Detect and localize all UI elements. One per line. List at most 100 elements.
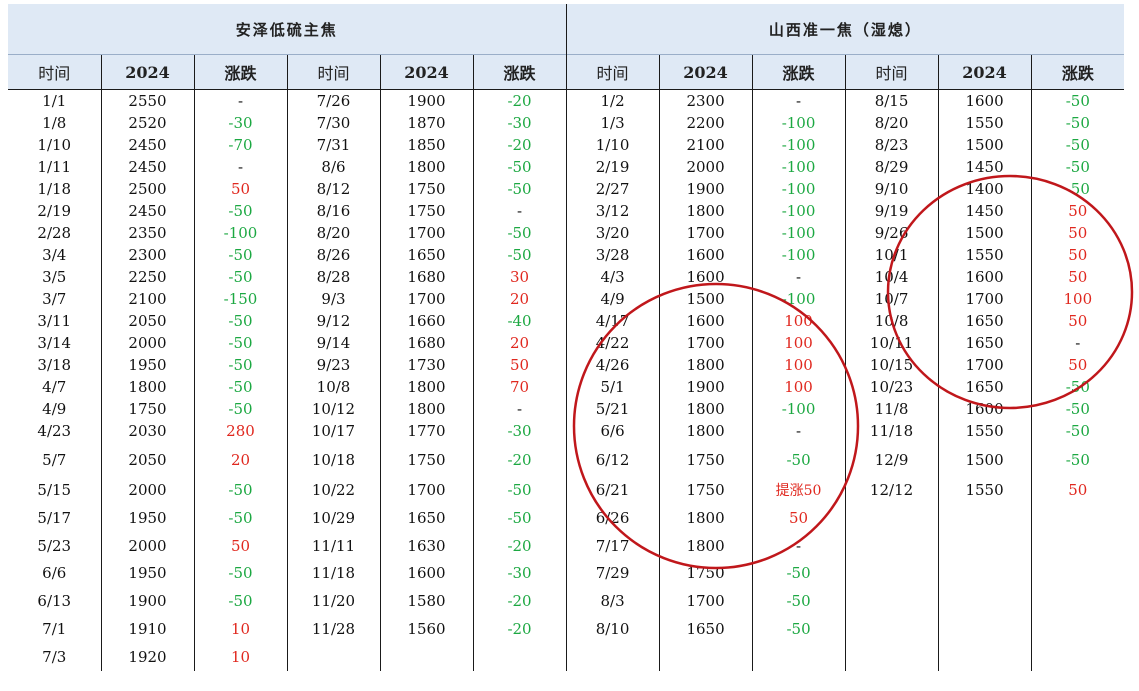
table-cell: -100 bbox=[751, 155, 846, 178]
table-row: 1/8 2520 -30 7/30 1870 -30 1/3 2200 -100 8/20 1550… bbox=[8, 111, 1125, 134]
table-cell: 5/17 bbox=[37, 508, 72, 527]
table-row: 6/13 1900 -50 11/20 1580 -20 8/3 1700 -50 bbox=[8, 586, 1125, 615]
table-cell: 5/15 bbox=[37, 481, 72, 499]
table-cell: 2200 bbox=[658, 111, 753, 134]
table-row: 4/23 2030 280 10/17 1770 -30 6/6 1800-11/18 1550… bbox=[8, 419, 1125, 442]
table-cell: -100 bbox=[193, 221, 287, 244]
table-cell: -100 bbox=[751, 243, 846, 266]
table-cell bbox=[844, 532, 939, 560]
table-cell: 1730 bbox=[379, 353, 473, 376]
table-cell: 1450 bbox=[937, 199, 1032, 222]
table-cell: 9/10 bbox=[844, 177, 939, 200]
table-cell: -50 bbox=[1030, 133, 1125, 156]
table-cell: 10/29 bbox=[286, 502, 380, 533]
table-cell: 8/28 bbox=[286, 265, 380, 288]
table-cell: 9/19 bbox=[844, 199, 939, 222]
table-cell: -50 bbox=[193, 502, 287, 533]
table-cell: 6/13 bbox=[37, 591, 72, 610]
table-cell: -50 bbox=[472, 477, 567, 503]
table-cell: -50 bbox=[1030, 89, 1125, 112]
table-cell: -30 bbox=[193, 111, 287, 134]
table-cell: 6/12 bbox=[565, 441, 660, 478]
table-row: 3/7 2100 -150 9/3 1700 20 4/9 1500 -100 10/7 1700 1… bbox=[8, 287, 1125, 310]
table-cell: 50 bbox=[193, 177, 287, 200]
table-cell: -20 bbox=[472, 133, 567, 156]
column-header: 涨跌 bbox=[472, 54, 567, 90]
table-row: 5/17 1950 -50 10/29 1650 -50 6/26 1800 50 bbox=[8, 502, 1125, 533]
table-cell: 1870 bbox=[379, 111, 473, 134]
table-cell: 5/23 bbox=[37, 537, 72, 555]
column-header: 涨跌 bbox=[1030, 54, 1125, 90]
table-row: 4/9 1750 -50 10/12 1800-5/21 1800 -100 11/8 1600… bbox=[8, 397, 1125, 420]
table-cell: 9/3 bbox=[286, 287, 380, 310]
table-cell: 3/28 bbox=[565, 243, 660, 266]
table-row: 1/10 2450 -70 7/31 1850 -20 1/10 2100 -100 8/23 15… bbox=[8, 133, 1125, 156]
table-cell: 1900 bbox=[379, 89, 473, 112]
column-header: 2024 bbox=[937, 54, 1032, 90]
table-row: 3/18 1950 -50 9/23 1730 50 4/26 1800 100 10/15 170… bbox=[8, 353, 1125, 376]
table-cell: 10/7 bbox=[844, 287, 939, 310]
table-cell: 2100 bbox=[100, 287, 194, 310]
table-cell: 1660 bbox=[379, 309, 473, 332]
table-cell: 50 bbox=[751, 502, 846, 533]
column-header: 时间 bbox=[8, 54, 101, 90]
table-cell: 1700 bbox=[379, 221, 473, 244]
table-cell: 1600 bbox=[937, 265, 1032, 288]
table-cell: 6/21 bbox=[565, 477, 660, 503]
table-cell: 1750 bbox=[658, 559, 753, 587]
table-cell: 10/1 bbox=[844, 243, 939, 266]
table-cell: 3/12 bbox=[565, 199, 660, 222]
table-cell: 3/4 bbox=[42, 245, 67, 264]
table-cell: -20 bbox=[472, 586, 567, 615]
table-cell: 2500 bbox=[100, 177, 194, 200]
table-cell bbox=[844, 586, 939, 615]
table-cell: -100 bbox=[751, 111, 846, 134]
table-cell: 20 bbox=[472, 331, 567, 354]
table-cell: 5/21 bbox=[565, 397, 660, 420]
table-cell: 10/15 bbox=[844, 353, 939, 376]
table-cell: 1600 bbox=[658, 265, 753, 288]
table-cell: 50 bbox=[1030, 353, 1125, 376]
table-cell: 1550 bbox=[937, 477, 1032, 503]
table-cell: -50 bbox=[751, 559, 846, 587]
table-cell: 1500 bbox=[658, 287, 753, 310]
table-row: 3/5 2250 -50 8/28 1680 30 4/3 1600-10/4 1600 50 bbox=[8, 265, 1125, 288]
table-row: 5/23 2000 50 11/11 1630 -20 7/17 1800- bbox=[8, 532, 1125, 560]
table-cell: -100 bbox=[751, 133, 846, 156]
table-cell: -50 bbox=[193, 331, 287, 354]
column-header: 时间 bbox=[844, 54, 939, 90]
table-cell: -50 bbox=[193, 309, 287, 332]
table-cell: - bbox=[751, 532, 846, 560]
table-cell: 1800 bbox=[658, 353, 753, 376]
table-row: 4/7 1800 -50 10/8 1800 70 5/1 1900 100 10/23 1650-… bbox=[8, 375, 1125, 398]
table-cell: -50 bbox=[472, 155, 567, 178]
table-cell: 1700 bbox=[379, 477, 473, 503]
table-cell: 1/10 bbox=[565, 133, 660, 156]
table-cell: -20 bbox=[472, 532, 567, 560]
coke-price-table: 安泽低硫主焦 山西准一焦（湿熄） 时间 2024 涨跌 时间 2024 涨跌 时间 2024 涨… bbox=[8, 4, 1134, 688]
table-cell: 提涨50 bbox=[751, 477, 846, 503]
table-cell: 1800 bbox=[658, 419, 753, 442]
table-cell: 7/30 bbox=[286, 111, 380, 134]
table-cell: -50 bbox=[1030, 155, 1125, 178]
table-cell: 2/27 bbox=[565, 177, 660, 200]
table-cell: 10/18 bbox=[286, 441, 380, 478]
table-cell: -50 bbox=[472, 502, 567, 533]
column-header: 时间 bbox=[565, 54, 660, 90]
table-cell: 4/9 bbox=[42, 399, 67, 418]
table-cell: 1550 bbox=[937, 419, 1032, 442]
table-cell: 1700 bbox=[658, 331, 753, 354]
table-cell: 1550 bbox=[937, 243, 1032, 266]
table-cell: 8/6 bbox=[286, 155, 380, 178]
table-cell: 1850 bbox=[379, 133, 473, 156]
table-cell bbox=[844, 559, 939, 587]
table-cell: 8/15 bbox=[844, 89, 939, 112]
table-cell: 50 bbox=[1030, 309, 1125, 332]
table-cell: -100 bbox=[751, 199, 846, 222]
table-cell bbox=[1030, 642, 1125, 671]
table-cell: 2100 bbox=[658, 133, 753, 156]
table-cell: 1700 bbox=[937, 287, 1032, 310]
table-cell: 1800 bbox=[100, 375, 194, 398]
table-cell: 2550 bbox=[100, 89, 194, 112]
table-cell: 1900 bbox=[658, 375, 753, 398]
